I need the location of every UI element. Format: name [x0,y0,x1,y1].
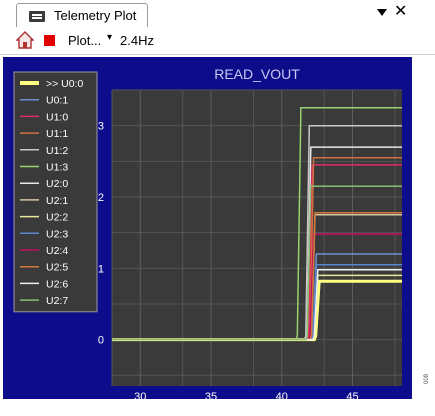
legend-box [13,71,98,313]
stop-icon[interactable] [44,35,55,46]
x-tick-label: 45 [346,391,358,399]
legend-label[interactable]: U2:2 [46,212,68,224]
x-tick-label: 30 [134,391,146,399]
side-code: 008 [424,373,430,384]
window-titlebar: Telemetry Plot ✕ [0,0,435,29]
telemetry-chart: READ_VOUT 0 1 2 3 30 35 40 45 >> U0:0 U0:1 U1:0 U1… [13,66,402,403]
chart-plot-background [112,90,402,386]
sample-rate-label: 2.4Hz [120,33,154,48]
legend-label[interactable]: U1:3 [46,162,68,174]
window-icon [29,11,45,22]
legend-label[interactable]: U2:5 [46,262,68,274]
legend-label[interactable]: U2:4 [46,245,68,257]
legend-label[interactable]: >> U0:0 [46,78,84,90]
legend-label[interactable]: U1:1 [46,128,68,140]
x-tick-label: 35 [205,391,217,399]
legend-label[interactable]: U2:3 [46,228,68,240]
legend-label[interactable]: U2:0 [46,178,68,190]
home-icon[interactable] [16,31,34,49]
plot-area: READ_VOUT 0 1 2 3 30 35 40 45 >> U0:0 U0:1 U1:0 U1… [3,57,412,403]
chart-legend[interactable]: >> U0:0 U0:1 U1:0 U1:1 U1:2 U1:3 U2:0 U2:1 U2:2 U… [13,71,98,313]
legend-label[interactable]: U1:0 [46,111,68,123]
legend-label[interactable]: U0:1 [46,95,68,107]
y-tick-label: 2 [98,192,104,204]
chart-title: READ_VOUT [214,66,300,82]
close-icon[interactable]: ✕ [394,3,407,21]
legend-label[interactable]: U2:6 [46,278,68,290]
y-tick-label: 0 [98,335,104,347]
toolbar: Plot... ▾ 2.4Hz [0,28,435,55]
chevron-down-icon[interactable] [377,9,387,17]
y-tick-label: 3 [98,121,104,133]
tab-title: Telemetry Plot [54,8,137,23]
tab-telemetry-plot[interactable]: Telemetry Plot [16,3,148,27]
y-tick-label: 1 [98,263,104,275]
x-tick-label: 40 [276,391,288,399]
right-margin [412,57,435,399]
plot-dropdown-icon[interactable]: ▾ [107,32,112,43]
legend-label[interactable]: U2:7 [46,295,68,307]
legend-label[interactable]: U2:1 [46,195,68,207]
legend-label[interactable]: U1:2 [46,145,68,157]
plot-menu-button[interactable]: Plot... [68,33,101,48]
